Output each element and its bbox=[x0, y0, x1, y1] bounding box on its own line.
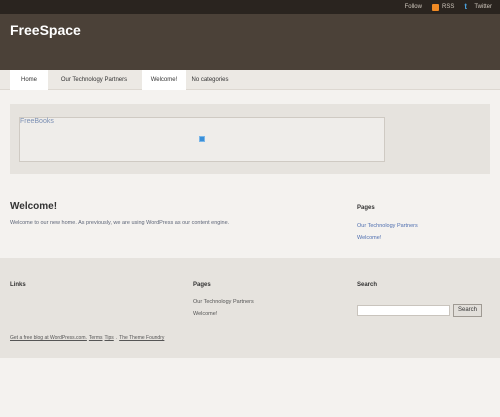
rss-label: RSS bbox=[441, 4, 455, 10]
nav-no-categories: No categories bbox=[191, 77, 229, 83]
credit-theme-link[interactable]: The Theme Foundry bbox=[119, 335, 164, 341]
footer-links-heading: Links bbox=[10, 282, 26, 288]
footer-credit: Get a free blog at WordPress.com. Terms … bbox=[10, 335, 164, 341]
search-button[interactable]: Search bbox=[453, 304, 482, 317]
nav-partners[interactable]: Our Technology Partners bbox=[52, 70, 136, 90]
sidebar-link-welcome[interactable]: Welcome! bbox=[357, 235, 381, 241]
twitter-label: Twitter bbox=[474, 4, 492, 10]
footer-link-welcome[interactable]: Welcome! bbox=[193, 311, 217, 317]
post-body: Welcome to our new home. As previously, … bbox=[10, 220, 230, 226]
footer-link-partners[interactable]: Our Technology Partners bbox=[193, 299, 254, 305]
site-title[interactable]: FreeSpace bbox=[10, 22, 81, 38]
credit-tips-link[interactable]: Tips bbox=[105, 335, 114, 341]
search-input[interactable] bbox=[357, 305, 450, 316]
twitter-link[interactable]: t Twitter bbox=[464, 3, 492, 11]
credit-separator: . bbox=[115, 335, 118, 341]
plugin-placeholder-icon bbox=[199, 136, 205, 142]
twitter-icon: t bbox=[464, 2, 467, 11]
sidebar-link-partners[interactable]: Our Technology Partners bbox=[357, 223, 418, 229]
follow-label: Follow bbox=[404, 4, 422, 10]
credit-blog-link[interactable]: Get a free blog at WordPress.com. bbox=[10, 335, 87, 341]
post-title[interactable]: Welcome! bbox=[10, 201, 57, 212]
follow-link[interactable]: Follow bbox=[405, 4, 422, 10]
nav-home[interactable]: Home bbox=[10, 70, 48, 90]
page-bottom bbox=[0, 358, 500, 417]
sidebar-pages-heading: Pages bbox=[357, 205, 375, 211]
rss-icon bbox=[431, 3, 439, 11]
top-bar: Follow RSS t Twitter bbox=[0, 0, 500, 14]
rss-link[interactable]: RSS bbox=[431, 3, 455, 11]
credit-terms-link[interactable]: Terms bbox=[89, 335, 103, 341]
top-links: Follow RSS t Twitter bbox=[405, 0, 492, 14]
nav-welcome[interactable]: Welcome! bbox=[142, 70, 186, 90]
footer-search-heading: Search bbox=[357, 282, 378, 288]
feature-title[interactable]: FreeBooks bbox=[20, 118, 54, 125]
main-nav: Home Our Technology Partners Welcome! No… bbox=[0, 70, 500, 90]
footer-pages-heading: Pages bbox=[193, 282, 211, 288]
